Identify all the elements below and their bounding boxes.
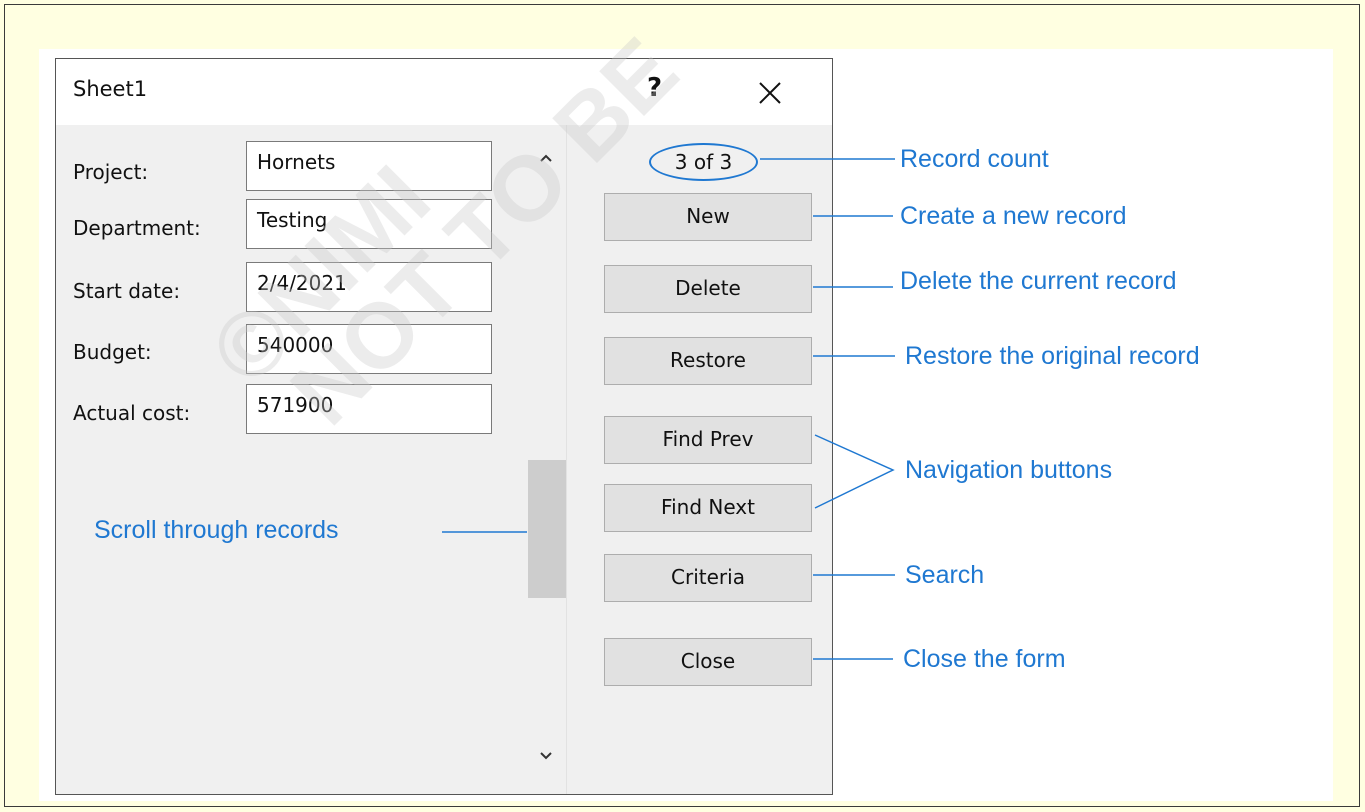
callout-search: Search — [905, 561, 985, 589]
callout-record-count: Record count — [900, 145, 1049, 173]
callout-delete: Delete the current record — [900, 267, 1177, 295]
callout-navigation: Navigation buttons — [905, 456, 1113, 484]
callout-lines — [442, 158, 895, 660]
callout-restore: Restore the original record — [905, 342, 1200, 370]
callout-close: Close the form — [903, 645, 1066, 673]
callout-new: Create a new record — [900, 202, 1127, 230]
navigation-connector — [814, 434, 895, 509]
callout-scroll: Scroll through records — [94, 516, 339, 544]
